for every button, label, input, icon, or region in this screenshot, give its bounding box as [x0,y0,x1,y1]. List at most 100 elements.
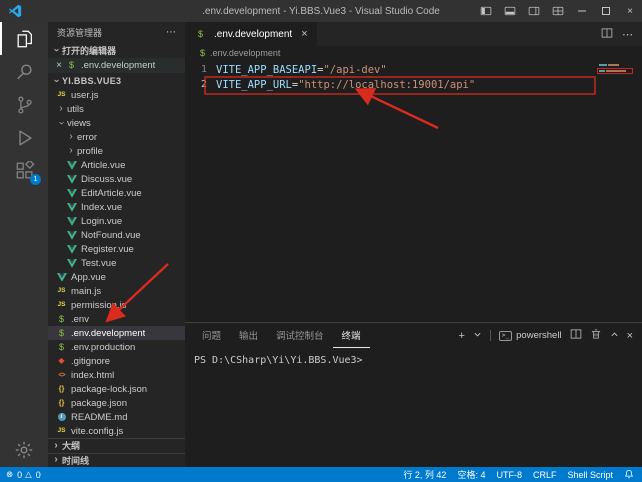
more-actions-icon[interactable]: ⋯ [622,28,633,41]
tree-item[interactable]: Discuss.vue [48,172,185,186]
tree-folder[interactable]: ›utils [48,102,185,116]
tree-item[interactable]: EditArticle.vue [48,186,185,200]
env-file-icon: $ [55,315,68,324]
activity-source-control[interactable] [0,88,48,121]
tree-folder[interactable]: ›views [48,116,185,130]
tree-item[interactable]: $.env.development [48,326,185,340]
vue-file-icon [65,259,78,268]
more-actions-icon[interactable]: ⋯ [166,27,176,38]
close-icon[interactable]: × [301,28,307,40]
tree-item-label: profile [77,146,103,157]
tab-env-development[interactable]: $ .env.development × [185,22,317,46]
code-editor[interactable]: 1VITE_APP_BASEAPI="/api-dev"2VITE_APP_UR… [185,60,642,322]
code-line: 2VITE_APP_URL="http://localhost:19001/ap… [185,77,642,92]
status-bar: ⊗ 0 △ 0 行 2, 列 42 空格: 4 UTF-8 CRLF Shell… [0,467,642,482]
activity-extensions[interactable]: 1 [0,154,48,187]
maximize-panel-icon[interactable] [610,330,619,342]
panel-tab-label: 问题 [202,328,221,342]
kill-terminal-icon[interactable] [590,328,602,343]
tree-item[interactable]: {}package.json [48,396,185,410]
tree-item[interactable]: iREADME.md [48,410,185,424]
activity-bar: 1 [0,22,48,467]
tree-item[interactable]: JSvite.config.js [48,424,185,438]
encoding[interactable]: UTF-8 [496,470,522,480]
split-editor-icon[interactable] [601,27,613,42]
problems-status[interactable]: ⊗ 0 △ 0 [6,469,41,480]
tree-item[interactable]: $.env [48,312,185,326]
language-mode[interactable]: Shell Script [567,470,613,480]
tree-item[interactable]: JSmain.js [48,284,185,298]
editor-area: $ .env.development × ⋯ $ .env.developmen… [185,22,642,467]
minimize-button[interactable] [570,0,594,22]
tree-item[interactable]: Index.vue [48,200,185,214]
line-number: 2 [185,79,207,90]
tree-item-label: App.vue [71,272,106,283]
tree-item[interactable]: {}package-lock.json [48,382,185,396]
cursor-position[interactable]: 行 2, 列 42 [403,468,446,481]
indentation[interactable]: 空格: 4 [457,468,485,481]
section-outline[interactable]: ›大纲 [48,438,185,453]
json-file-icon: {} [55,385,68,393]
panel-tab[interactable]: 终端 [333,323,370,348]
minimap[interactable] [596,60,642,120]
vue-file-icon [65,203,78,212]
tree-item-label: package.json [71,398,127,409]
terminal[interactable]: PS D:\CSharp\Yi\Yi.BBS.Vue3> [185,348,642,467]
maximize-button[interactable] [594,0,618,22]
close-panel-icon[interactable]: × [627,330,633,342]
tree-item[interactable]: JSuser.js [48,88,185,102]
code-text: VITE_APP_BASEAPI="/api-dev" [216,64,387,76]
tree-item[interactable]: Login.vue [48,214,185,228]
open-editor-item[interactable]: × $ .env.development [48,58,185,73]
toggle-secondary-sidebar-icon[interactable] [522,0,546,22]
new-terminal-icon[interactable]: + [458,330,464,342]
separator [490,330,491,341]
env-value: "http://localhost:19001/api" [298,79,475,91]
open-editors-header[interactable]: › 打开的编辑器 [48,42,185,58]
env-value: "/api-dev" [323,64,386,76]
activity-search[interactable] [0,55,48,88]
tree-item[interactable]: Article.vue [48,158,185,172]
activity-run-debug[interactable] [0,121,48,154]
toggle-panel-icon[interactable] [498,0,522,22]
activity-explorer[interactable] [0,22,48,55]
panel-header: 问题输出调试控制台终端 + >_ powershell × [185,323,642,348]
tree-item[interactable]: NotFound.vue [48,228,185,242]
customize-layout-icon[interactable] [546,0,570,22]
search-icon [15,62,35,82]
close-icon[interactable]: × [53,60,65,71]
breadcrumb[interactable]: $ .env.development [185,46,642,60]
section-timeline[interactable]: ›时间线 [48,453,185,468]
tree-folder[interactable]: ›profile [48,144,185,158]
activity-settings[interactable] [0,433,48,467]
tree-item[interactable]: $.env.production [48,340,185,354]
vue-file-icon [65,245,78,254]
project-header[interactable]: › YI.BBS.VUE3 [48,73,185,88]
tree-item[interactable]: ◆.gitignore [48,354,185,368]
chevron-down-icon: › [51,75,61,87]
tree-folder[interactable]: ›error [48,130,185,144]
tree-item-label: vite.config.js [71,426,123,437]
tree-item[interactable]: JSpermission.js [48,298,185,312]
panel-tab[interactable]: 调试控制台 [267,323,333,348]
tree-item[interactable]: Test.vue [48,256,185,270]
close-button[interactable]: × [618,0,642,22]
tree-item-label: .gitignore [71,356,110,367]
json-file-icon: {} [55,399,68,407]
split-terminal-icon[interactable] [570,328,582,343]
chevron-right-icon: › [65,146,77,156]
chevron-down-icon[interactable] [473,330,482,342]
shell-label: powershell [516,330,561,341]
tree-item[interactable]: Register.vue [48,242,185,256]
tree-item[interactable]: App.vue [48,270,185,284]
notifications-bell-icon[interactable] [624,469,634,481]
panel-tab[interactable]: 问题 [193,323,230,348]
toggle-sidebar-icon[interactable] [474,0,498,22]
shell-selector[interactable]: >_ powershell [499,330,562,341]
gear-icon [14,440,34,460]
eol-selector[interactable]: CRLF [533,470,557,480]
panel-tab[interactable]: 输出 [230,323,267,348]
env-key: VITE_APP_URL [216,79,292,91]
tree-item[interactable]: <>index.html [48,368,185,382]
vscode-logo-icon [8,4,22,18]
